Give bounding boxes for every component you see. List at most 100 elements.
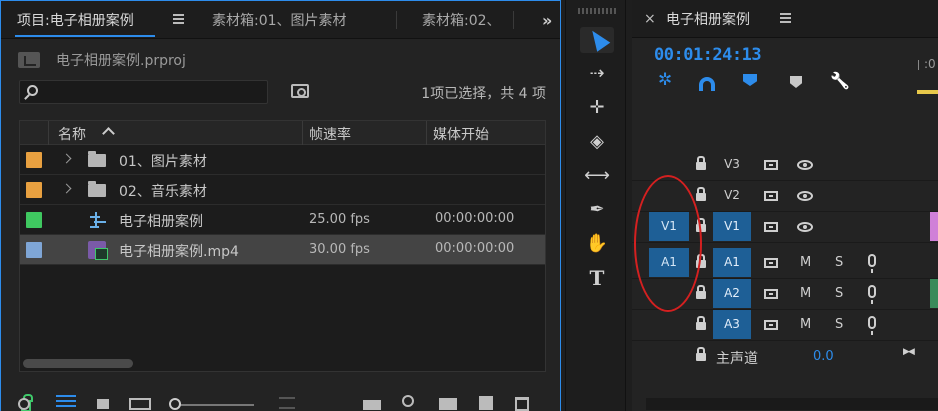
solo-button[interactable]: S xyxy=(835,286,843,301)
close-icon[interactable]: × xyxy=(644,11,656,27)
work-area-bar[interactable] xyxy=(917,90,938,94)
go-to-end-icon[interactable] xyxy=(903,347,919,362)
track-target-a1[interactable]: A1 xyxy=(713,248,751,277)
microphone-icon[interactable] xyxy=(868,285,876,304)
tab-overflow-icon[interactable]: » xyxy=(542,11,552,30)
eye-icon[interactable] xyxy=(797,160,813,170)
item-media-start: 00:00:00:00 xyxy=(435,211,515,226)
timeline-scrollbar[interactable] xyxy=(646,398,938,410)
sort-ascending-icon[interactable] xyxy=(102,127,115,140)
column-divider xyxy=(48,121,49,145)
ripple-edit-tool[interactable]: ✛ xyxy=(580,95,614,121)
track-target-v3[interactable]: V3 xyxy=(713,150,751,179)
label-color-swatch[interactable] xyxy=(26,212,42,228)
track-a3[interactable]: A3 M S xyxy=(632,310,938,341)
track-target-a3[interactable]: A3 xyxy=(713,310,751,339)
list-item[interactable]: 02、音乐素材 xyxy=(20,175,545,205)
panel-menu-icon[interactable] xyxy=(173,14,184,24)
sync-lock-icon[interactable] xyxy=(764,258,778,268)
sync-lock-icon[interactable] xyxy=(764,191,778,201)
audio-clip-edge[interactable] xyxy=(930,279,938,308)
horizontal-scrollbar[interactable] xyxy=(23,359,133,368)
eye-icon[interactable] xyxy=(797,191,813,201)
eye-icon[interactable] xyxy=(797,222,813,232)
microphone-icon[interactable] xyxy=(868,254,876,273)
label-color-swatch[interactable] xyxy=(26,152,42,168)
panel-grip[interactable] xyxy=(578,8,618,14)
find-icon[interactable] xyxy=(402,395,414,407)
search-input[interactable] xyxy=(19,80,268,104)
solo-button[interactable]: S xyxy=(835,317,843,332)
tab-bin-music[interactable]: 素材箱:02、 xyxy=(422,10,501,30)
track-v3[interactable]: V3 xyxy=(632,150,938,181)
item-media-start: 00:00:00:00 xyxy=(435,241,515,256)
master-volume-value[interactable]: 0.0 xyxy=(813,349,834,364)
mute-button[interactable]: M xyxy=(800,255,811,270)
track-target-v2[interactable]: V2 xyxy=(713,181,751,210)
insert-nest-icon[interactable] xyxy=(656,70,678,92)
automate-to-sequence-icon[interactable] xyxy=(363,400,381,410)
selection-tool[interactable] xyxy=(580,26,614,53)
timeline-sequence-tab[interactable]: 电子相册案例 xyxy=(666,9,750,29)
mute-button[interactable]: M xyxy=(800,286,811,301)
icon-view-icon[interactable] xyxy=(97,399,109,409)
razor-tool[interactable]: ◈ xyxy=(580,129,614,155)
snap-magnet-icon[interactable] xyxy=(699,77,715,91)
type-tool[interactable]: T xyxy=(580,265,614,291)
column-header-name[interactable]: 名称 xyxy=(58,124,86,144)
mute-button[interactable]: M xyxy=(800,317,811,332)
sync-lock-icon[interactable] xyxy=(764,320,778,330)
chevron-right-icon[interactable] xyxy=(61,153,72,164)
timeline-zoom-handle[interactable] xyxy=(18,398,30,410)
column-header-media-start[interactable]: 媒体开始 xyxy=(433,124,489,144)
chevron-right-icon[interactable] xyxy=(61,183,72,194)
lock-icon[interactable] xyxy=(696,285,706,299)
slip-tool[interactable]: ⟷ xyxy=(580,163,614,189)
tab-bin-images[interactable]: 素材箱:01、图片素材 xyxy=(212,10,347,30)
solo-button[interactable]: S xyxy=(835,255,843,270)
project-file-name: 电子相册案例.prproj xyxy=(56,53,186,69)
label-color-swatch[interactable] xyxy=(26,242,42,258)
trash-icon[interactable] xyxy=(515,397,529,411)
track-target-a2[interactable]: A2 xyxy=(713,279,751,308)
tab-project[interactable]: 项目:电子相册案例 xyxy=(17,10,134,30)
add-marker-icon[interactable] xyxy=(790,76,802,88)
sync-lock-icon[interactable] xyxy=(764,222,778,232)
pen-tool[interactable]: ✒ xyxy=(580,197,614,223)
track-select-tool[interactable]: ⇢ xyxy=(580,61,614,87)
lock-icon[interactable] xyxy=(696,187,706,201)
panel-menu-icon[interactable] xyxy=(780,13,791,23)
list-item-selected[interactable]: 电子相册案例.mp4 30.00 fps 00:00:00:00 xyxy=(20,235,545,265)
lock-icon[interactable] xyxy=(696,316,706,330)
list-item[interactable]: 电子相册案例 25.00 fps 00:00:00:00 xyxy=(20,205,545,235)
label-color-swatch[interactable] xyxy=(26,182,42,198)
video-clip-edge[interactable] xyxy=(930,212,938,241)
track-target-v1[interactable]: V1 xyxy=(713,212,751,241)
wrench-icon[interactable] xyxy=(830,72,852,92)
sort-icons-icon[interactable] xyxy=(279,397,295,409)
column-header-fps[interactable]: 帧速率 xyxy=(309,124,351,144)
playhead-timecode[interactable]: 00:01:24:13 xyxy=(654,45,762,65)
project-panel: 项目:电子相册案例 素材箱:01、图片素材 素材箱:02、 » 电子相册案例.p… xyxy=(0,0,561,411)
freeform-view-icon[interactable] xyxy=(129,398,151,410)
list-item[interactable]: 01、图片素材 xyxy=(20,145,545,175)
lock-icon[interactable] xyxy=(696,156,706,170)
new-item-icon[interactable] xyxy=(479,396,493,410)
new-bin-icon[interactable] xyxy=(439,398,457,410)
sync-lock-icon[interactable] xyxy=(764,160,778,170)
list-header: 名称 帧速率 媒体开始 xyxy=(20,121,545,145)
microphone-icon[interactable] xyxy=(868,316,876,335)
project-file-icon xyxy=(18,52,40,68)
lock-icon[interactable] xyxy=(696,347,706,361)
type-icon: T xyxy=(589,266,605,290)
column-divider xyxy=(426,121,427,145)
zoom-slider-handle[interactable] xyxy=(169,398,181,410)
zoom-slider[interactable] xyxy=(176,404,254,406)
hand-tool[interactable]: ✋ xyxy=(580,231,614,257)
sync-lock-icon[interactable] xyxy=(764,289,778,299)
linked-selection-icon[interactable] xyxy=(741,74,759,90)
list-view-icon[interactable] xyxy=(56,395,76,409)
project-file-row: 电子相册案例.prproj xyxy=(1,40,560,76)
new-search-bin-icon[interactable] xyxy=(291,84,309,98)
master-track[interactable]: 主声道 0.0 xyxy=(632,342,938,372)
